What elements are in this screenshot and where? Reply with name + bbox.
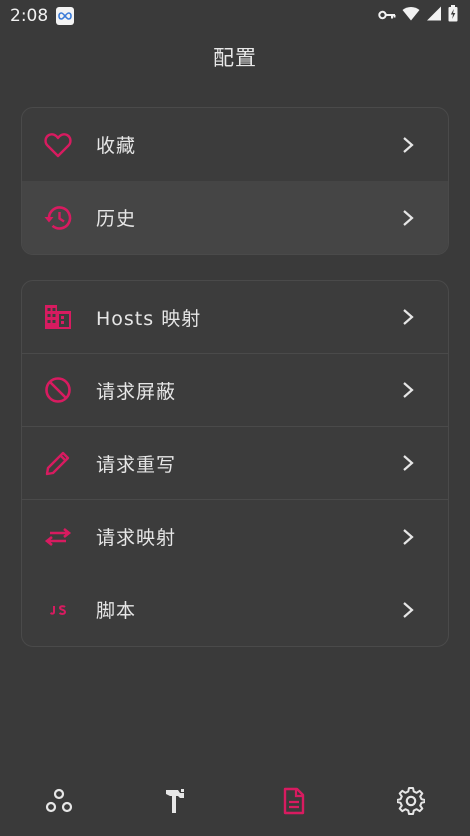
infinity-icon (56, 7, 75, 25)
history-icon (43, 203, 73, 233)
chevron-right-icon (403, 209, 414, 226)
tools-icon (166, 789, 185, 813)
chevron-right-icon (403, 382, 414, 398)
request-config-card: Hosts 映射 请求屏蔽 请求重写 请求映射 脚本 (21, 280, 449, 647)
menu-item-hosts-mapping[interactable]: Hosts 映射 (22, 281, 448, 354)
menu-item-label: 请求重写 (96, 453, 177, 476)
menu-item-favorites[interactable]: 收藏 (22, 108, 448, 181)
status-right (378, 5, 458, 27)
battery-icon (448, 5, 458, 27)
menu-item-label: Hosts 映射 (96, 307, 202, 330)
menu-item-request-mapping[interactable]: 请求映射 (22, 500, 448, 573)
nav-tab-nodes[interactable] (39, 781, 79, 821)
page-title: 配置 (213, 46, 257, 70)
chevron-right-icon (403, 455, 414, 471)
gear-icon (397, 787, 426, 815)
menu-item-request-block[interactable]: 请求屏蔽 (22, 354, 448, 427)
nav-tab-settings[interactable] (391, 781, 431, 821)
js-icon (43, 595, 73, 625)
status-left: 2:08 (10, 6, 75, 26)
block-icon (43, 375, 73, 405)
signal-icon (426, 6, 442, 26)
nav-tab-tools[interactable] (156, 781, 196, 821)
bottom-navigation (0, 766, 470, 836)
wifi-icon (402, 6, 420, 26)
menu-item-history[interactable]: 历史 (22, 181, 448, 254)
menu-item-script[interactable]: 脚本 (22, 573, 448, 646)
chevron-right-icon (403, 601, 414, 618)
nav-tab-config[interactable] (274, 781, 314, 821)
chevron-right-icon (403, 136, 414, 153)
menu-item-request-rewrite[interactable]: 请求重写 (22, 427, 448, 500)
building-icon (43, 302, 73, 332)
swap-icon (43, 522, 73, 552)
menu-item-label: 历史 (96, 208, 137, 230)
menu-item-label: 脚本 (96, 600, 137, 622)
chevron-right-icon (403, 309, 414, 325)
menu-item-label: 请求屏蔽 (96, 380, 177, 403)
menu-item-label: 收藏 (96, 135, 137, 157)
chevron-right-icon (403, 528, 414, 545)
pencil-icon (43, 448, 73, 478)
nodes-icon (45, 788, 72, 813)
menu-item-label: 请求映射 (96, 527, 177, 549)
vpn-key-icon (378, 6, 396, 26)
heart-icon (43, 130, 73, 160)
status-bar: 2:08 (0, 0, 470, 32)
document-icon (283, 787, 304, 815)
status-time: 2:08 (10, 6, 49, 26)
favorites-history-card: 收藏 历史 (21, 107, 449, 255)
